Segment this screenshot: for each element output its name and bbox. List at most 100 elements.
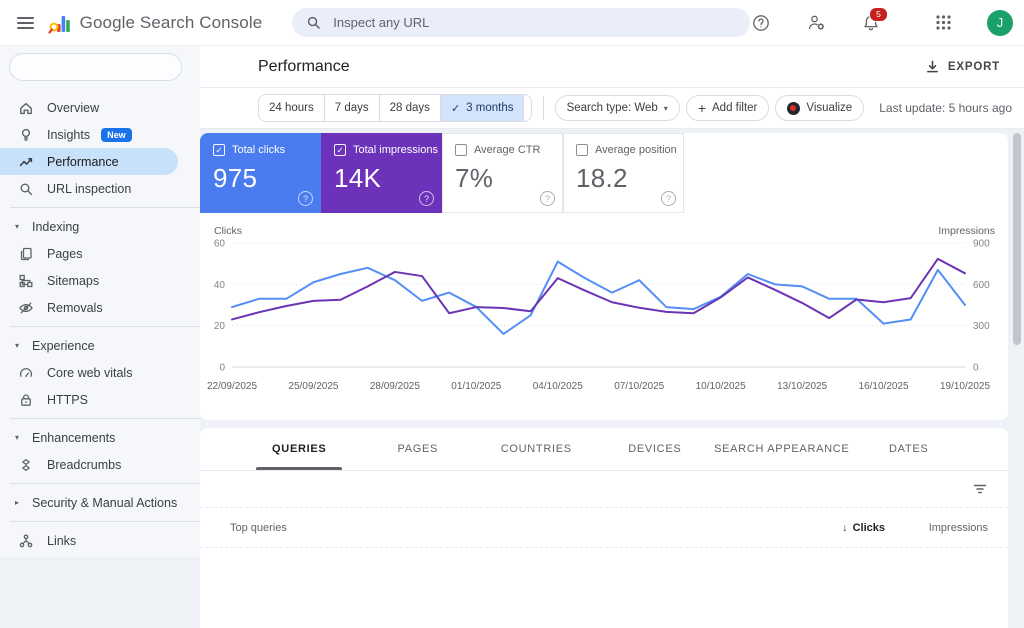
plus-icon: + <box>697 100 706 116</box>
svg-text:04/10/2025: 04/10/2025 <box>533 381 583 392</box>
help-icon[interactable]: ? <box>540 191 555 206</box>
help-icon[interactable]: ? <box>298 191 313 206</box>
sidebar-item-core-web-vitals[interactable]: Core web vitals <box>0 359 200 386</box>
apps-grid-icon[interactable] <box>932 12 954 34</box>
menu-icon[interactable] <box>17 16 34 29</box>
sidebar-item-label: Pages <box>47 246 83 261</box>
metric-card-1[interactable]: ✓ Total impressions 14K ? <box>321 133 442 213</box>
sitemap-icon <box>18 273 34 289</box>
sidebar-item-label: URL inspection <box>47 181 132 196</box>
metric-cards: ✓ Total clicks 975 ? ✓ Total impressions… <box>200 133 1008 213</box>
column-header-clicks[interactable]: ↓ Clicks <box>842 522 885 534</box>
sidebar-group-enhancements[interactable]: ▾ Enhancements <box>0 424 200 451</box>
dimensions-table-card: QUERIES PAGES COUNTRIES DEVICES SEARCH A… <box>200 428 1008 628</box>
visualize-button[interactable]: Visualize <box>775 95 865 121</box>
metric-card-0[interactable]: ✓ Total clicks 975 ? <box>200 133 321 213</box>
sidebar-group-experience[interactable]: ▾ Experience <box>0 332 200 359</box>
sidebar-item-https[interactable]: HTTPS <box>0 386 200 413</box>
metric-card-3[interactable]: Average position 18.2 ? <box>563 133 684 213</box>
sidebar-item-breadcrumbs[interactable]: Breadcrumbs <box>0 451 200 478</box>
tab-queries[interactable]: QUERIES <box>240 428 359 470</box>
home-icon <box>18 100 34 116</box>
layers-icon <box>18 457 34 473</box>
performance-line-chart[interactable]: 0 0 20 300 40 600 60 900 22/09/2025 25/09/2025 28/… <box>200 233 1008 401</box>
range-28-days[interactable]: 28 days <box>378 95 440 121</box>
search-icon <box>306 15 321 30</box>
search-console-logo-icon <box>48 11 72 35</box>
checkbox-checked-icon[interactable]: ✓ <box>334 144 346 156</box>
notifications-bell-icon[interactable]: 5 <box>860 6 888 34</box>
sidebar-item-url-inspection[interactable]: URL inspection <box>0 175 200 202</box>
checkbox-unchecked-icon[interactable] <box>455 144 467 156</box>
table-filter-bar <box>200 471 1008 508</box>
metric-value: 18.2 <box>576 163 628 193</box>
avatar[interactable]: J <box>987 9 1013 36</box>
sidebar-item-insights[interactable]: Insights New <box>0 121 200 148</box>
checkbox-checked-icon[interactable]: ✓ <box>213 144 225 156</box>
vertical-scrollbar[interactable] <box>1013 133 1021 345</box>
sidebar-item-sitemaps[interactable]: Sitemaps <box>0 267 200 294</box>
help-icon[interactable]: ? <box>661 191 676 206</box>
new-badge: New <box>101 127 132 142</box>
search-input[interactable] <box>331 14 736 31</box>
export-button[interactable]: EXPORT <box>925 59 1000 74</box>
chevron-down-icon: ▾ <box>663 103 668 113</box>
chevron-down-icon: ▾ <box>15 433 20 442</box>
magnifier-icon <box>18 181 34 197</box>
svg-text:300: 300 <box>973 321 990 332</box>
user-settings-icon[interactable] <box>805 12 827 34</box>
metric-value: 7% <box>455 163 494 193</box>
sidebar-group-security-manual-actions[interactable]: ▸ Security & Manual Actions <box>0 489 200 516</box>
sidebar-item-label: Breadcrumbs <box>47 457 122 472</box>
tab-search-appearance[interactable]: SEARCH APPEARANCE <box>714 428 849 470</box>
svg-text:22/09/2025: 22/09/2025 <box>207 381 257 392</box>
help-icon[interactable] <box>750 12 772 34</box>
tab-devices[interactable]: DEVICES <box>596 428 715 470</box>
svg-text:20: 20 <box>214 321 226 332</box>
pages-icon <box>18 246 34 262</box>
svg-text:900: 900 <box>973 239 990 250</box>
main-content: Performance EXPORT 24 hours 7 days 28 da… <box>200 46 1024 628</box>
sidebar-item-performance[interactable]: Performance <box>0 148 178 175</box>
checkbox-unchecked-icon[interactable] <box>576 144 588 156</box>
sidebar-item-label: Core web vitals <box>47 365 133 380</box>
tab-pages[interactable]: PAGES <box>359 428 478 470</box>
svg-text:600: 600 <box>973 280 990 291</box>
sidebar-group-indexing[interactable]: ▾ Indexing <box>0 213 200 240</box>
url-inspection-searchbar[interactable] <box>292 8 750 37</box>
sidebar-item-removals[interactable]: Removals <box>0 294 200 321</box>
divider <box>10 483 200 484</box>
search-type-filter[interactable]: Search type: Web ▾ <box>554 95 680 121</box>
range-7-days[interactable]: 7 days <box>323 95 379 121</box>
sidebar-item-pages[interactable]: Pages <box>0 240 200 267</box>
help-icon[interactable]: ? <box>419 191 434 206</box>
top-app-bar: Google Search Console Inspect any URL 5 … <box>0 0 1024 46</box>
metric-label: Average CTR <box>474 144 541 156</box>
tab-countries[interactable]: COUNTRIES <box>477 428 596 470</box>
visualize-icon <box>787 101 801 115</box>
tab-dates[interactable]: DATES <box>849 428 968 470</box>
range-24-hours[interactable]: 24 hours <box>259 95 324 121</box>
svg-text:60: 60 <box>214 239 226 250</box>
last-update-text: Last update: 5 hours ago <box>879 101 1012 115</box>
app-logo[interactable]: Google Search Console <box>48 11 263 35</box>
lock-icon <box>18 392 34 408</box>
sidebar-item-overview[interactable]: Overview <box>0 94 200 121</box>
metric-card-2[interactable]: Average CTR 7% ? <box>442 133 563 213</box>
svg-text:13/10/2025: 13/10/2025 <box>777 381 827 392</box>
add-filter-button[interactable]: + Add filter <box>685 95 770 121</box>
svg-text:25/09/2025: 25/09/2025 <box>288 381 338 392</box>
performance-chart-card: ✓ Total clicks 975 ? ✓ Total impressions… <box>200 133 1008 420</box>
range-more-dropdown[interactable]: More ▾ <box>523 95 530 121</box>
svg-text:0: 0 <box>219 363 225 374</box>
svg-text:28/09/2025: 28/09/2025 <box>370 381 420 392</box>
check-icon: ✓ <box>450 102 461 115</box>
svg-text:16/10/2025: 16/10/2025 <box>859 381 909 392</box>
property-selector[interactable] <box>9 53 182 81</box>
filter-list-icon[interactable] <box>972 481 988 497</box>
range-3-months[interactable]: ✓ 3 months <box>439 95 524 121</box>
column-header-impressions[interactable]: Impressions <box>929 522 988 534</box>
sidebar-item-links[interactable]: Links <box>0 527 200 554</box>
sidebar-item-label: Overview <box>47 100 100 115</box>
svg-text:0: 0 <box>973 363 979 374</box>
